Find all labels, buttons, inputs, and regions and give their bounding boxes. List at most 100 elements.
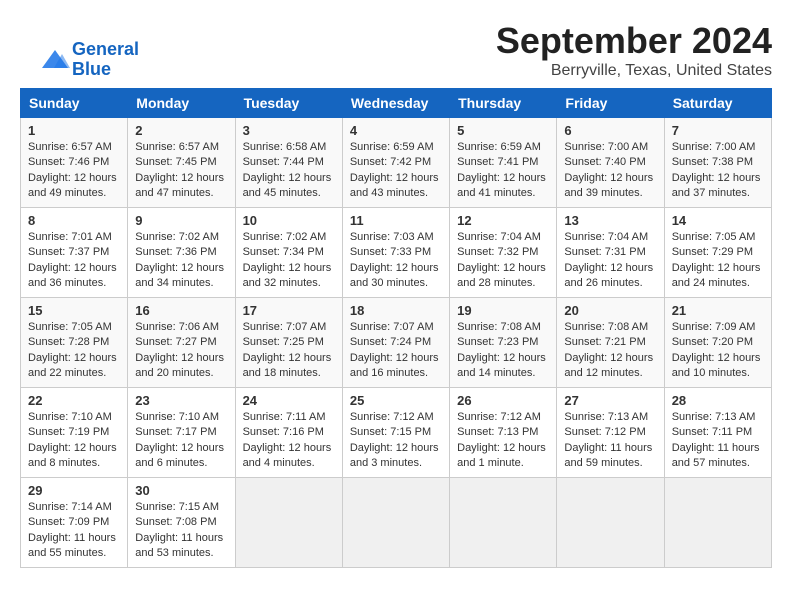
day-info: Sunrise: 7:01 AM Sunset: 7:37 PM Dayligh… — [28, 230, 120, 292]
table-row — [557, 478, 664, 568]
day-number: 11 — [350, 213, 442, 228]
day-info: Sunrise: 7:00 AM Sunset: 7:38 PM Dayligh… — [672, 140, 764, 202]
day-info: Sunrise: 7:09 AM Sunset: 7:20 PM Dayligh… — [672, 320, 764, 382]
day-number: 30 — [135, 483, 227, 498]
table-row: 20 Sunrise: 7:08 AM Sunset: 7:21 PM Dayli… — [557, 298, 664, 388]
day-number: 4 — [350, 123, 442, 138]
day-info: Sunrise: 7:15 AM Sunset: 7:08 PM Dayligh… — [135, 500, 227, 562]
table-row: 12 Sunrise: 7:04 AM Sunset: 7:32 PM Dayli… — [450, 208, 557, 298]
weekday-saturday: Saturday — [664, 89, 771, 118]
day-number: 8 — [28, 213, 120, 228]
table-row: 3 Sunrise: 6:58 AM Sunset: 7:44 PM Daylig… — [235, 118, 342, 208]
day-number: 14 — [672, 213, 764, 228]
logo-line1: General — [72, 39, 139, 59]
day-info: Sunrise: 7:06 AM Sunset: 7:27 PM Dayligh… — [135, 320, 227, 382]
weekday-tuesday: Tuesday — [235, 89, 342, 118]
day-number: 20 — [564, 303, 656, 318]
day-number: 12 — [457, 213, 549, 228]
table-row: 6 Sunrise: 7:00 AM Sunset: 7:40 PM Daylig… — [557, 118, 664, 208]
day-number: 17 — [243, 303, 335, 318]
day-number: 3 — [243, 123, 335, 138]
day-info: Sunrise: 7:02 AM Sunset: 7:34 PM Dayligh… — [243, 230, 335, 292]
day-number: 1 — [28, 123, 120, 138]
day-info: Sunrise: 6:57 AM Sunset: 7:46 PM Dayligh… — [28, 140, 120, 202]
day-info: Sunrise: 6:59 AM Sunset: 7:42 PM Dayligh… — [350, 140, 442, 202]
table-row — [450, 478, 557, 568]
day-info: Sunrise: 7:13 AM Sunset: 7:12 PM Dayligh… — [564, 410, 656, 472]
day-number: 28 — [672, 393, 764, 408]
day-info: Sunrise: 7:10 AM Sunset: 7:17 PM Dayligh… — [135, 410, 227, 472]
table-row: 21 Sunrise: 7:09 AM Sunset: 7:20 PM Dayli… — [664, 298, 771, 388]
day-number: 5 — [457, 123, 549, 138]
table-row: 14 Sunrise: 7:05 AM Sunset: 7:29 PM Dayli… — [664, 208, 771, 298]
day-info: Sunrise: 7:05 AM Sunset: 7:29 PM Dayligh… — [672, 230, 764, 292]
day-number: 10 — [243, 213, 335, 228]
table-row: 4 Sunrise: 6:59 AM Sunset: 7:42 PM Daylig… — [342, 118, 449, 208]
day-number: 7 — [672, 123, 764, 138]
day-number: 29 — [28, 483, 120, 498]
day-number: 26 — [457, 393, 549, 408]
table-row — [235, 478, 342, 568]
day-info: Sunrise: 7:08 AM Sunset: 7:23 PM Dayligh… — [457, 320, 549, 382]
weekday-friday: Friday — [557, 89, 664, 118]
day-info: Sunrise: 7:04 AM Sunset: 7:32 PM Dayligh… — [457, 230, 549, 292]
day-info: Sunrise: 7:02 AM Sunset: 7:36 PM Dayligh… — [135, 230, 227, 292]
day-number: 27 — [564, 393, 656, 408]
table-row: 25Sunrise: 7:12 AM Sunset: 7:15 PM Dayli… — [342, 388, 449, 478]
day-number: 13 — [564, 213, 656, 228]
day-info: Sunrise: 7:07 AM Sunset: 7:25 PM Dayligh… — [243, 320, 335, 382]
table-row: 17 Sunrise: 7:07 AM Sunset: 7:25 PM Dayli… — [235, 298, 342, 388]
table-row: 19 Sunrise: 7:08 AM Sunset: 7:23 PM Dayli… — [450, 298, 557, 388]
table-row: 22 Sunrise: 7:10 AM Sunset: 7:19 PM Dayli… — [21, 388, 128, 478]
day-number: 23 — [135, 393, 227, 408]
weekday-wednesday: Wednesday — [342, 89, 449, 118]
day-number: 6 — [564, 123, 656, 138]
day-info: Sunrise: 7:13 AM Sunset: 7:11 PM Dayligh… — [672, 410, 764, 472]
day-info: Sunrise: 7:12 AM Sunset: 7:13 PM Dayligh… — [457, 410, 549, 472]
day-info: Sunrise: 6:57 AM Sunset: 7:45 PM Dayligh… — [135, 140, 227, 202]
day-number: 9 — [135, 213, 227, 228]
table-row: 13 Sunrise: 7:04 AM Sunset: 7:31 PM Dayli… — [557, 208, 664, 298]
table-row: 30 Sunrise: 7:15 AM Sunset: 7:08 PM Dayli… — [128, 478, 235, 568]
day-info: Sunrise: 6:58 AM Sunset: 7:44 PM Dayligh… — [243, 140, 335, 202]
day-info: Sunrise: 7:11 AM Sunset: 7:16 PM Dayligh… — [243, 410, 335, 472]
weekday-monday: Monday — [128, 89, 235, 118]
day-info: Sunrise: 7:08 AM Sunset: 7:21 PM Dayligh… — [564, 320, 656, 382]
day-number: 19 — [457, 303, 549, 318]
day-info: Sunrise: 7:00 AM Sunset: 7:40 PM Dayligh… — [564, 140, 656, 202]
calendar-table: Sunday Monday Tuesday Wednesday Thursday… — [20, 88, 772, 568]
day-number: 16 — [135, 303, 227, 318]
day-number: 2 — [135, 123, 227, 138]
table-row: 9 Sunrise: 7:02 AM Sunset: 7:36 PM Daylig… — [128, 208, 235, 298]
table-row: 10 Sunrise: 7:02 AM Sunset: 7:34 PM Dayli… — [235, 208, 342, 298]
table-row: 28 Sunrise: 7:13 AM Sunset: 7:11 PM Dayli… — [664, 388, 771, 478]
table-row — [664, 478, 771, 568]
day-info: Sunrise: 7:05 AM Sunset: 7:28 PM Dayligh… — [28, 320, 120, 382]
day-info: Sunrise: 7:04 AM Sunset: 7:31 PM Dayligh… — [564, 230, 656, 292]
table-row: 8 Sunrise: 7:01 AM Sunset: 7:37 PM Daylig… — [21, 208, 128, 298]
table-row: 16 Sunrise: 7:06 AM Sunset: 7:27 PM Dayli… — [128, 298, 235, 388]
table-row: 5 Sunrise: 6:59 AM Sunset: 7:41 PM Daylig… — [450, 118, 557, 208]
day-info: Sunrise: 7:03 AM Sunset: 7:33 PM Dayligh… — [350, 230, 442, 292]
day-number: 15 — [28, 303, 120, 318]
table-row: 26 Sunrise: 7:12 AM Sunset: 7:13 PM Dayli… — [450, 388, 557, 478]
logo: General Blue — [40, 40, 139, 80]
day-info: Sunrise: 7:14 AM Sunset: 7:09 PM Dayligh… — [28, 500, 120, 562]
table-row: 2 Sunrise: 6:57 AM Sunset: 7:45 PM Daylig… — [128, 118, 235, 208]
weekday-sunday: Sunday — [21, 89, 128, 118]
day-info: Sunrise: 7:12 AM Sunset: 7:15 PM Dayligh… — [350, 410, 442, 472]
calendar-header-row: Sunday Monday Tuesday Wednesday Thursday… — [21, 89, 772, 118]
table-row: 24Sunrise: 7:11 AM Sunset: 7:16 PM Dayli… — [235, 388, 342, 478]
day-info: Sunrise: 7:10 AM Sunset: 7:19 PM Dayligh… — [28, 410, 120, 472]
table-row: 15 Sunrise: 7:05 AM Sunset: 7:28 PM Dayli… — [21, 298, 128, 388]
table-row: 7 Sunrise: 7:00 AM Sunset: 7:38 PM Daylig… — [664, 118, 771, 208]
calendar-body: 1 Sunrise: 6:57 AM Sunset: 7:46 PM Daylig… — [21, 118, 772, 568]
day-number: 22 — [28, 393, 120, 408]
day-number: 18 — [350, 303, 442, 318]
table-row: 11 Sunrise: 7:03 AM Sunset: 7:33 PM Dayli… — [342, 208, 449, 298]
table-row: 29 Sunrise: 7:14 AM Sunset: 7:09 PM Dayli… — [21, 478, 128, 568]
day-info: Sunrise: 7:07 AM Sunset: 7:24 PM Dayligh… — [350, 320, 442, 382]
table-row: 1 Sunrise: 6:57 AM Sunset: 7:46 PM Daylig… — [21, 118, 128, 208]
day-info: Sunrise: 6:59 AM Sunset: 7:41 PM Dayligh… — [457, 140, 549, 202]
day-number: 21 — [672, 303, 764, 318]
